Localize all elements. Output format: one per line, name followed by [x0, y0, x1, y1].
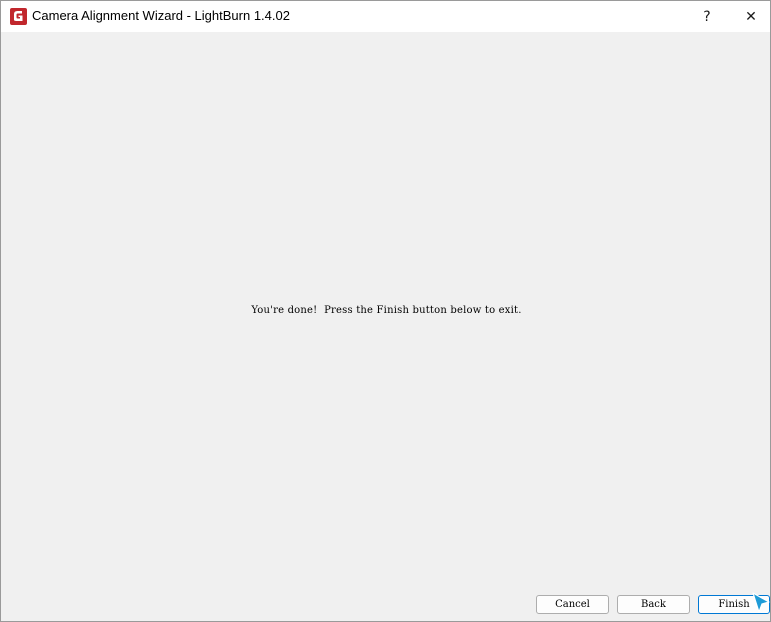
help-button[interactable]: ? [687, 1, 727, 32]
cancel-button[interactable]: Cancel [536, 595, 609, 614]
lightburn-logo-icon [10, 8, 27, 25]
close-button[interactable]: ✕ [731, 1, 770, 32]
camera-alignment-wizard-window: Camera Alignment Wizard - LightBurn 1.4.… [0, 0, 771, 622]
window-title: Camera Alignment Wizard - LightBurn 1.4.… [32, 8, 290, 23]
mouse-pointer-icon [752, 592, 770, 613]
title-bar[interactable]: Camera Alignment Wizard - LightBurn 1.4.… [1, 1, 770, 32]
wizard-page: You're done! Press the Finish button bel… [1, 32, 770, 621]
back-button[interactable]: Back [617, 595, 690, 614]
completion-message: You're done! Press the Finish button bel… [251, 305, 522, 316]
